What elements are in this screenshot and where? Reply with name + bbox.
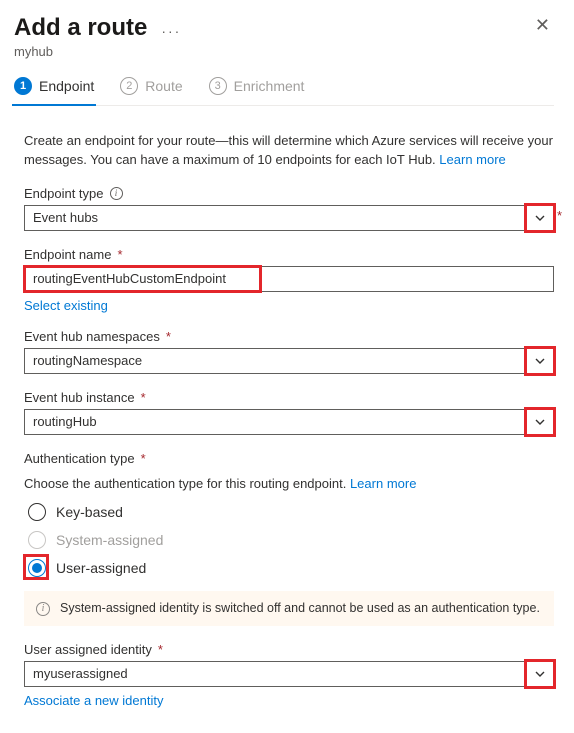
radio-key-based[interactable]: Key-based <box>28 503 554 521</box>
required-indicator: * <box>117 247 122 262</box>
auth-type-label: Authentication type <box>24 451 135 466</box>
radio-system-assigned: System-assigned <box>28 531 554 549</box>
step-label: Route <box>145 78 182 94</box>
instance-select[interactable] <box>24 409 554 435</box>
user-identity-select[interactable] <box>24 661 554 687</box>
endpoint-type-select[interactable] <box>24 205 554 231</box>
intro-text: Create an endpoint for your route—this w… <box>24 132 554 170</box>
banner-text: System-assigned identity is switched off… <box>60 601 540 615</box>
required-indicator: * <box>557 208 562 223</box>
user-identity-label: User assigned identity <box>24 642 152 657</box>
required-indicator: * <box>141 390 146 405</box>
step-enrichment[interactable]: 3 Enrichment <box>209 77 305 105</box>
step-number: 2 <box>120 77 138 95</box>
endpoint-name-input[interactable] <box>24 266 554 292</box>
radio-label: System-assigned <box>56 532 163 548</box>
step-number: 1 <box>14 77 32 95</box>
radio-label: User-assigned <box>56 560 146 576</box>
more-icon[interactable]: ··· <box>161 24 181 38</box>
step-label: Endpoint <box>39 78 94 94</box>
close-icon[interactable]: ✕ <box>531 14 554 36</box>
instance-label: Event hub instance <box>24 390 135 405</box>
step-label: Enrichment <box>234 78 305 94</box>
endpoint-name-label: Endpoint name <box>24 247 111 262</box>
info-icon: i <box>36 602 50 616</box>
wizard-steps: 1 Endpoint 2 Route 3 Enrichment <box>14 77 554 105</box>
required-indicator: * <box>141 451 146 466</box>
radio-label: Key-based <box>56 504 123 520</box>
step-number: 3 <box>209 77 227 95</box>
resource-name: myhub <box>14 44 554 59</box>
endpoint-type-label: Endpoint type <box>24 186 104 201</box>
page-title: Add a route <box>14 14 147 42</box>
select-existing-link[interactable]: Select existing <box>24 298 108 313</box>
info-icon[interactable]: i <box>110 187 123 200</box>
learn-more-link[interactable]: Learn more <box>350 476 416 491</box>
namespaces-label: Event hub namespaces <box>24 329 160 344</box>
required-indicator: * <box>158 642 163 657</box>
radio-user-assigned[interactable]: User-assigned <box>28 559 554 577</box>
learn-more-link[interactable]: Learn more <box>439 152 505 167</box>
step-endpoint[interactable]: 1 Endpoint <box>14 77 94 105</box>
step-route[interactable]: 2 Route <box>120 77 182 105</box>
info-banner: i System-assigned identity is switched o… <box>24 591 554 626</box>
auth-type-description: Choose the authentication type for this … <box>24 476 554 491</box>
required-indicator: * <box>166 329 171 344</box>
namespaces-select[interactable] <box>24 348 554 374</box>
associate-identity-link[interactable]: Associate a new identity <box>24 693 163 708</box>
